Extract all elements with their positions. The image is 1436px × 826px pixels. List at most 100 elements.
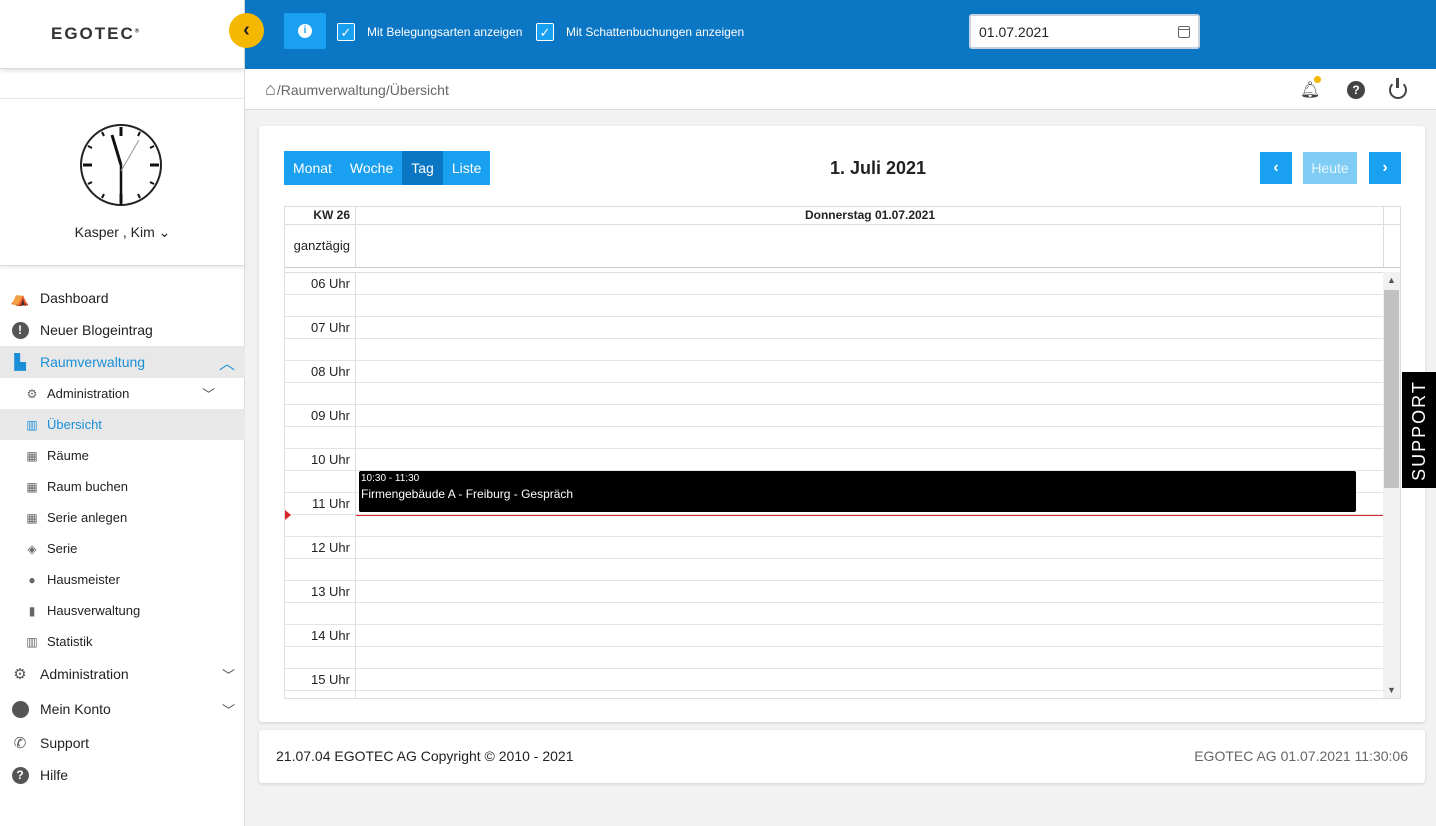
chevron-down-icon: ﹀ bbox=[221, 667, 235, 683]
time-slot[interactable]: 12 Uhr bbox=[285, 537, 1384, 559]
subnav-book-room[interactable]: ▦ Raum buchen bbox=[0, 471, 245, 502]
time-slot[interactable] bbox=[285, 295, 1384, 317]
current-time-marker bbox=[285, 510, 291, 520]
nav-support[interactable]: ✆ Support bbox=[0, 727, 245, 759]
prev-button[interactable]: ‹ bbox=[1260, 152, 1292, 184]
chevron-right-icon: › bbox=[1382, 159, 1388, 176]
half-hour-gutter bbox=[285, 559, 356, 581]
notification-dot bbox=[1314, 76, 1321, 83]
time-slot[interactable] bbox=[285, 647, 1384, 669]
nav-dashboard-label: Dashboard bbox=[40, 290, 109, 306]
date-input[interactable]: 01.07.2021 bbox=[969, 14, 1200, 49]
bell-icon: 🔔︎ bbox=[1299, 82, 1321, 99]
allday-slot[interactable] bbox=[356, 225, 1384, 267]
time-slot[interactable]: 13 Uhr bbox=[285, 581, 1384, 603]
hour-label: 12 Uhr bbox=[285, 537, 356, 559]
sidebar: EGOTEC® Kasper , Kim ⌄ ⛺ Dashboard ! Neu… bbox=[0, 0, 245, 826]
next-button[interactable]: › bbox=[1369, 152, 1401, 184]
user-circle-icon bbox=[10, 699, 30, 719]
scroll-up-icon[interactable]: ▲ bbox=[1383, 272, 1400, 288]
time-slot[interactable] bbox=[285, 339, 1384, 361]
subnav-overview[interactable]: ▥ Übersicht bbox=[0, 409, 245, 440]
time-slot[interactable]: 08 Uhr bbox=[285, 361, 1384, 383]
help-button[interactable]: ? bbox=[1345, 79, 1367, 101]
user-menu[interactable]: Kasper , Kim ⌄ bbox=[0, 224, 245, 241]
subnav-administration[interactable]: ⚙ Administration ﹀ bbox=[0, 378, 245, 409]
date-value: 01.07.2021 bbox=[979, 23, 1050, 40]
show-types-checkbox[interactable]: ✓ Mit Belegungsarten anzeigen bbox=[337, 23, 522, 41]
subnav-caretaker[interactable]: ● Hausmeister bbox=[0, 564, 245, 595]
show-shadow-bookings-label: Mit Schattenbuchungen anzeigen bbox=[566, 25, 745, 39]
half-hour-gutter bbox=[285, 383, 356, 405]
half-hour-gutter bbox=[285, 603, 356, 625]
time-slot[interactable] bbox=[285, 515, 1384, 537]
time-slot[interactable]: 10 Uhr bbox=[285, 449, 1384, 471]
chevron-up-icon: ︿ bbox=[218, 356, 235, 373]
hour-label: 10 Uhr bbox=[285, 449, 356, 471]
bar-chart-icon: ▥ bbox=[26, 417, 38, 432]
subnav-statistics[interactable]: ▥ Statistik bbox=[0, 626, 245, 657]
subnav-administration-label: Administration bbox=[47, 386, 130, 401]
day-grid: KW 26 Donnerstag 01.07.2021 ganztägig 06… bbox=[284, 206, 1401, 699]
today-button[interactable]: Heute bbox=[1303, 152, 1357, 184]
allday-row: ganztägig bbox=[285, 225, 1400, 268]
gear-icon: ⚙ bbox=[26, 386, 38, 401]
checkmark-icon: ✓ bbox=[536, 23, 554, 41]
calendar-event[interactable]: 10:30 - 11:30 Firmengebäude A - Freiburg… bbox=[359, 471, 1356, 512]
nav-my-account[interactable]: Mein Konto ﹀ bbox=[0, 691, 245, 727]
nav-help[interactable]: ? Hilfe bbox=[0, 759, 245, 791]
nav-room-management[interactable]: ▙ Raumverwaltung ︿ bbox=[0, 346, 245, 378]
time-slot[interactable]: 07 Uhr bbox=[285, 317, 1384, 339]
logout-button[interactable] bbox=[1387, 78, 1409, 101]
time-slots: 06 Uhr 07 Uhr 08 Uhr 09 Uhr 10 Uhr 11 Uhr 12 U… bbox=[285, 272, 1384, 698]
time-slot[interactable]: 14 Uhr bbox=[285, 625, 1384, 647]
time-slot[interactable]: 15 Uhr bbox=[285, 669, 1384, 691]
subnav-rooms[interactable]: ▦ Räume bbox=[0, 440, 245, 471]
checkmark-icon: ✓ bbox=[337, 23, 355, 41]
subnav-caretaker-label: Hausmeister bbox=[47, 572, 120, 587]
time-slot[interactable]: 06 Uhr bbox=[285, 273, 1384, 295]
dashboard-icon: ⛺ bbox=[10, 290, 30, 307]
week-number: KW 26 bbox=[285, 207, 356, 224]
subnav-series[interactable]: ◈ Serie bbox=[0, 533, 245, 564]
time-slot[interactable] bbox=[285, 383, 1384, 405]
half-hour-gutter bbox=[285, 471, 356, 493]
time-slot[interactable] bbox=[285, 559, 1384, 581]
nav-my-account-label: Mein Konto bbox=[40, 701, 111, 717]
calendar-icon[interactable] bbox=[1178, 25, 1190, 38]
sidebar-collapse-button[interactable]: ‹ bbox=[229, 13, 264, 48]
subnav-book-room-label: Raum buchen bbox=[47, 479, 128, 494]
allday-spacer bbox=[1383, 225, 1400, 267]
main-nav: ⛺ Dashboard ! Neuer Blogeintrag ▙ Raumve… bbox=[0, 282, 245, 791]
calendar-card: Monat Woche Tag Liste 1. Juli 2021 ‹ Heu… bbox=[259, 126, 1425, 722]
footer-status: EGOTEC AG 01.07.2021 11:30:06 bbox=[1194, 748, 1408, 764]
time-slot[interactable]: 09 Uhr bbox=[285, 405, 1384, 427]
subnav-property-management[interactable]: ▮ Hausverwaltung bbox=[0, 595, 245, 626]
nav-dashboard[interactable]: ⛺ Dashboard bbox=[0, 282, 245, 314]
notifications-button[interactable]: 🔔︎ bbox=[1299, 76, 1321, 101]
subnav-statistics-label: Statistik bbox=[47, 634, 93, 649]
subnav-overview-label: Übersicht bbox=[47, 417, 102, 432]
time-slot[interactable] bbox=[285, 427, 1384, 449]
hour-label: 09 Uhr bbox=[285, 405, 356, 427]
breadcrumb-path[interactable]: /Raumverwaltung/Übersicht bbox=[277, 82, 449, 98]
time-slot[interactable] bbox=[285, 603, 1384, 625]
nav-blog[interactable]: ! Neuer Blogeintrag bbox=[0, 314, 245, 346]
breadcrumb-bar: ⌂ /Raumverwaltung/Übersicht 🔔︎ ? bbox=[245, 69, 1436, 110]
chevron-left-icon: ‹ bbox=[1273, 159, 1279, 176]
phone-icon: ✆ bbox=[13, 735, 27, 752]
scroll-down-icon[interactable]: ▼ bbox=[1383, 682, 1400, 698]
question-icon: ? bbox=[10, 765, 30, 785]
show-shadow-bookings-checkbox[interactable]: ✓ Mit Schattenbuchungen anzeigen bbox=[536, 23, 744, 41]
subnav-create-series[interactable]: ▦ Serie anlegen bbox=[0, 502, 245, 533]
info-button[interactable]: i bbox=[284, 13, 326, 49]
time-slot[interactable] bbox=[285, 691, 1384, 698]
home-icon[interactable]: ⌂ bbox=[265, 79, 276, 100]
app-logo[interactable]: EGOTEC® bbox=[51, 24, 141, 44]
grid-scrollbar[interactable]: ▲ ▼ bbox=[1383, 272, 1400, 698]
hour-label: 14 Uhr bbox=[285, 625, 356, 647]
half-hour-gutter bbox=[285, 339, 356, 361]
nav-administration[interactable]: ⚙ Administration ﹀ bbox=[0, 657, 245, 691]
support-tab[interactable]: SUPPORT bbox=[1402, 372, 1436, 488]
scrollbar-thumb[interactable] bbox=[1384, 290, 1399, 488]
